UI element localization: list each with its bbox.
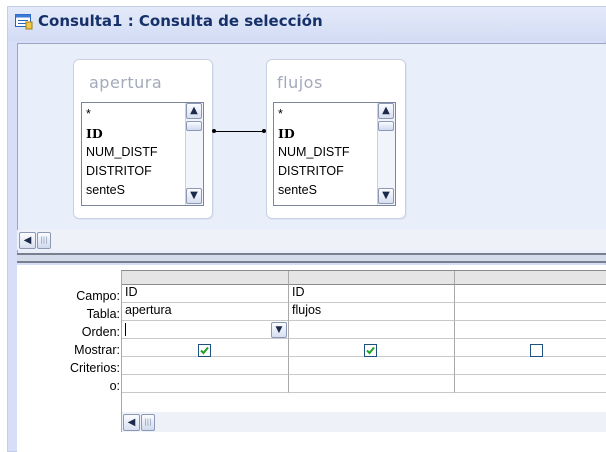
field-item[interactable]: * — [86, 107, 91, 121]
table-apertura-title[interactable]: apertura — [89, 73, 162, 92]
field-item[interactable]: * — [278, 107, 283, 121]
field-item[interactable]: DISTRITOF — [278, 164, 344, 178]
vertical-scrollbar[interactable]: ▲ ▼ — [185, 103, 203, 205]
scroll-up-icon[interactable]: ▲ — [378, 103, 394, 119]
row-label-o: o: — [109, 379, 120, 393]
scroll-left-icon[interactable]: ◀ — [19, 232, 36, 249]
field-item[interactable]: senteS — [278, 183, 317, 197]
field-item[interactable]: DISTRITOF — [86, 164, 152, 178]
scroll-thumb[interactable]: ||| — [37, 232, 51, 249]
table-flujos-title[interactable]: flujos — [277, 73, 323, 92]
field-item-key[interactable]: ID — [278, 126, 295, 141]
column-selector[interactable] — [289, 271, 455, 285]
scroll-left-icon[interactable]: ◀ — [123, 414, 140, 431]
field-item[interactable]: NUM_DISTF — [86, 145, 158, 159]
field-item-key[interactable]: ID — [86, 126, 103, 141]
grid-cell-campo[interactable]: ID — [289, 285, 455, 303]
scroll-down-icon[interactable]: ▼ — [186, 188, 202, 204]
query-design-icon — [15, 14, 33, 30]
table-flujos-field-list[interactable]: * ID NUM_DISTF DISTRITOF senteS ▲ ▼ — [273, 102, 396, 206]
mostrar-checkbox[interactable] — [530, 344, 543, 357]
checkmark-icon — [366, 346, 375, 355]
grid-cell-tabla[interactable]: apertura — [122, 303, 289, 321]
orden-dropdown-icon[interactable]: ▼ — [271, 322, 287, 338]
grid-cell-criterios[interactable] — [455, 357, 606, 375]
grid-cell-orden[interactable] — [289, 321, 455, 339]
scroll-thumb[interactable] — [186, 121, 202, 131]
vertical-scrollbar[interactable]: ▲ ▼ — [377, 103, 395, 205]
row-label-mostrar: Mostrar: — [74, 343, 120, 357]
grid-cell-campo[interactable] — [455, 285, 606, 303]
grid-cell-criterios[interactable] — [289, 357, 455, 375]
grid-cell-o[interactable] — [455, 375, 606, 393]
relationship-line[interactable] — [214, 131, 264, 132]
scroll-thumb[interactable] — [378, 121, 394, 131]
relationship-end-dot — [212, 129, 216, 133]
scroll-up-icon[interactable]: ▲ — [186, 103, 202, 119]
checkmark-icon — [200, 346, 209, 355]
mostrar-checkbox[interactable] — [364, 344, 377, 357]
mostrar-checkbox[interactable] — [198, 344, 211, 357]
grid-cell-o[interactable] — [289, 375, 455, 393]
row-label-tabla: Tabla: — [86, 307, 120, 321]
window-title: Consulta1 : Consulta de selección — [38, 12, 323, 30]
grid-cell-o[interactable] — [122, 375, 289, 393]
field-item[interactable]: senteS — [86, 183, 125, 197]
row-label-orden: Orden: — [81, 325, 120, 339]
table-pane-horizontal-scrollbar[interactable] — [17, 230, 606, 250]
grid-cell-orden[interactable] — [455, 321, 606, 339]
scroll-thumb[interactable]: ||| — [141, 414, 155, 431]
pane-splitter[interactable] — [17, 253, 606, 263]
row-label-campo: Campo: — [76, 289, 120, 303]
grid-cell-orden-active[interactable] — [122, 321, 289, 339]
scroll-down-icon[interactable]: ▼ — [378, 188, 394, 204]
row-label-criterios: Criterios: — [69, 361, 120, 375]
grid-cell-tabla[interactable]: flujos — [289, 303, 455, 321]
grid-horizontal-scrollbar[interactable] — [121, 412, 606, 432]
query-design-grid[interactable]: ID ID apertura flujos — [121, 270, 606, 412]
table-apertura-field-list[interactable]: * ID NUM_DISTF DISTRITOF senteS ▲ ▼ — [81, 102, 204, 206]
column-selector[interactable] — [122, 271, 289, 285]
grid-cell-tabla[interactable] — [455, 303, 606, 321]
column-selector[interactable] — [455, 271, 606, 285]
grid-cell-campo[interactable]: ID — [122, 285, 289, 303]
grid-cell-criterios[interactable] — [122, 357, 289, 375]
text-caret — [125, 323, 126, 336]
field-item[interactable]: NUM_DISTF — [278, 145, 350, 159]
